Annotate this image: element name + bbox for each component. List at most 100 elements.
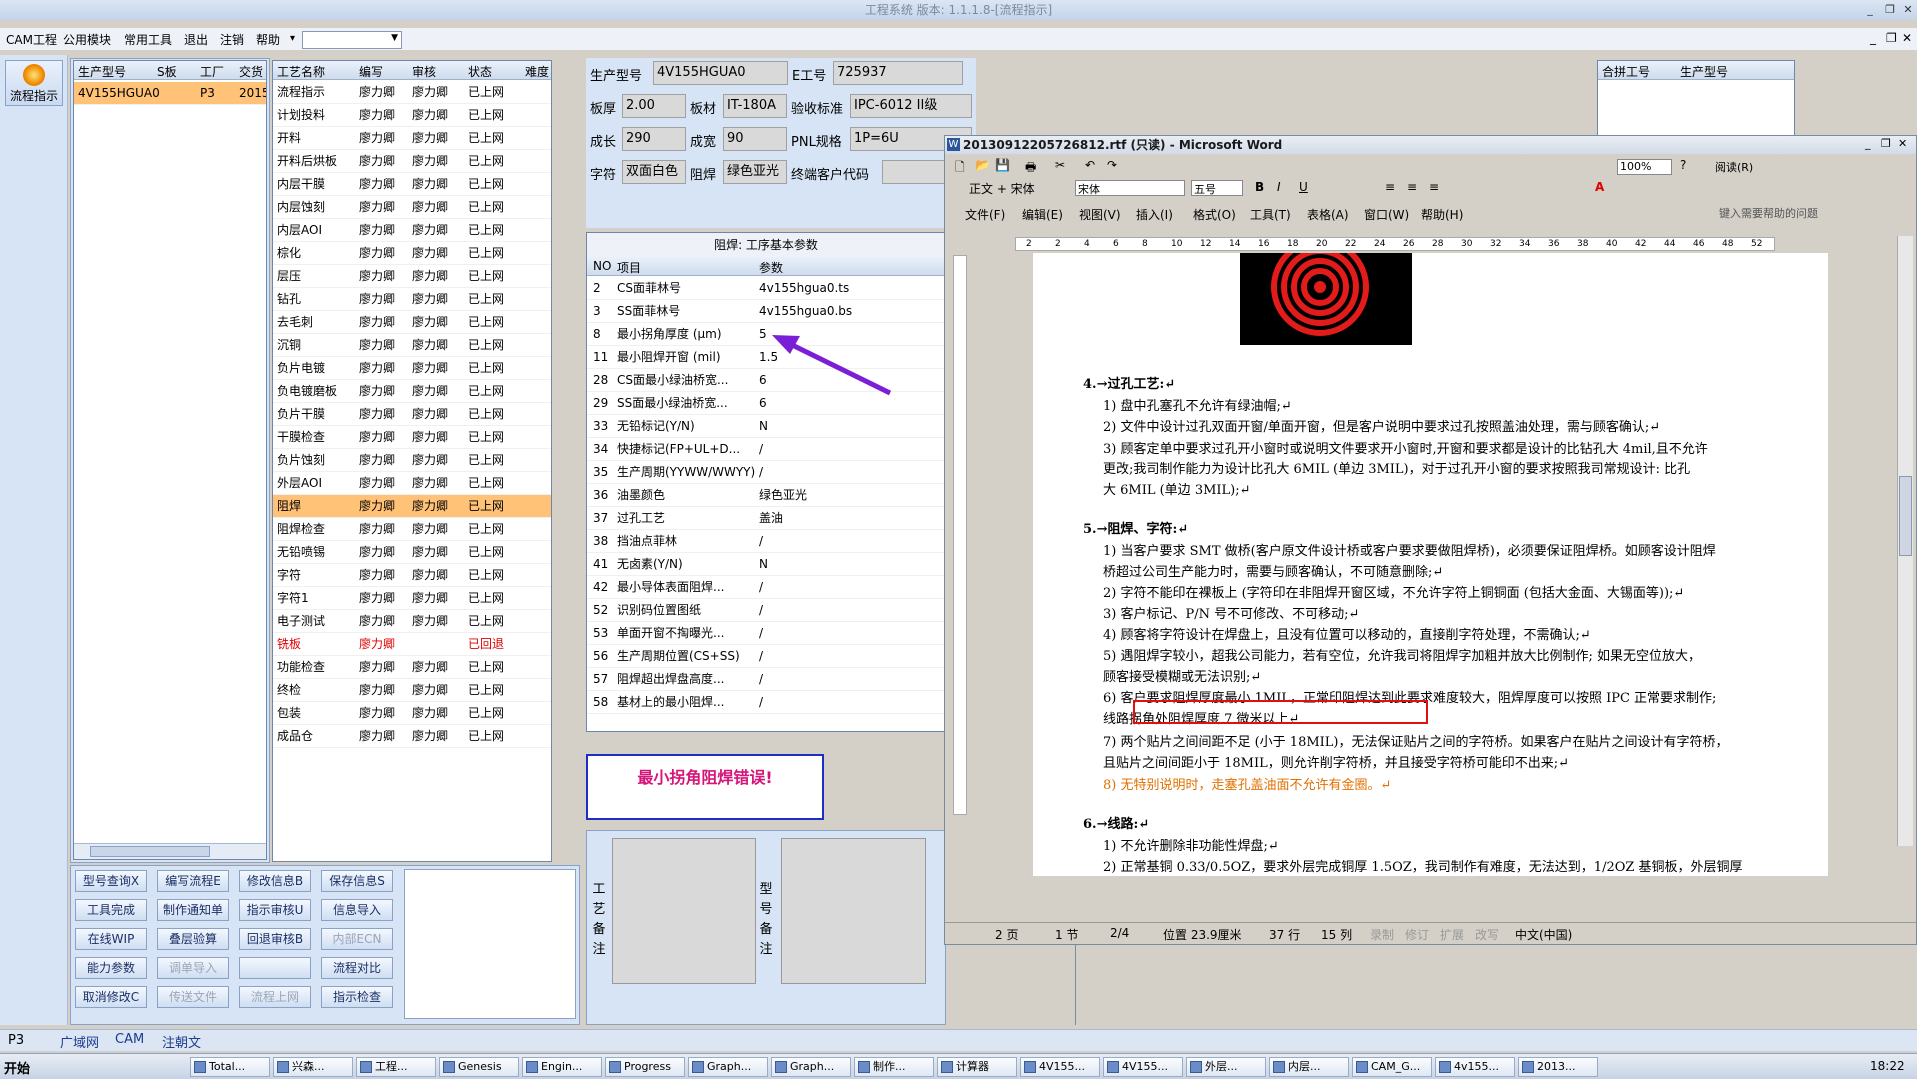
col-checker[interactable]: 审核 xyxy=(412,63,436,80)
flow-indication-button[interactable]: 流程指示 xyxy=(5,60,63,106)
col-writer[interactable]: 编写 xyxy=(359,63,383,80)
mask-field[interactable]: 绿色亚光 xyxy=(723,160,787,184)
word-menu-item[interactable]: 表格(A) xyxy=(1307,206,1349,223)
taskbar-item[interactable]: 4v155... xyxy=(1435,1057,1515,1077)
action-button[interactable]: 指示审核U xyxy=(239,899,311,921)
start-button[interactable]: 开始 xyxy=(4,1058,30,1077)
eno-field[interactable]: 725937 xyxy=(833,61,963,85)
process-row[interactable]: 层压 廖力卿 廖力卿 已上网 xyxy=(273,265,551,288)
action-button[interactable]: 叠层验算 xyxy=(157,928,229,950)
style-select[interactable]: 正文 + 宋体 xyxy=(969,180,1069,197)
param-row[interactable]: 53 单面开窗不掏曝光... / xyxy=(587,622,945,645)
col-model[interactable]: 生产型号 xyxy=(78,63,126,80)
menu-tools[interactable]: 常用工具 xyxy=(124,31,172,48)
child-close-icon[interactable]: ✕ xyxy=(1902,31,1912,45)
model-hscrollbar[interactable] xyxy=(74,843,266,859)
process-row[interactable]: 内层干膜 廖力卿 廖力卿 已上网 xyxy=(273,173,551,196)
param-row[interactable]: 33 无铅标记(Y/N) N xyxy=(587,415,945,438)
process-row[interactable]: 钻孔 廖力卿 廖力卿 已上网 xyxy=(273,288,551,311)
taskbar-item[interactable]: 4V155... xyxy=(1103,1057,1183,1077)
action-button[interactable]: 取消修改C xyxy=(75,986,147,1008)
restore-icon[interactable]: ❐ xyxy=(1882,2,1898,18)
taskbar-item[interactable]: Graph... xyxy=(688,1057,768,1077)
action-button[interactable]: 内部ECN xyxy=(321,928,393,950)
ruler[interactable]: 2 2 4 6 8 10 12 14 16 18 20 22 24 26 28 30 32 34 36 38 40 42 4… xyxy=(1015,237,1775,251)
cut-icon[interactable]: ✂ xyxy=(1055,158,1065,172)
process-row[interactable]: 负片电镀 廖力卿 廖力卿 已上网 xyxy=(273,357,551,380)
col-item[interactable]: 项目 xyxy=(617,259,641,276)
process-row[interactable]: 外层AOI 廖力卿 廖力卿 已上网 xyxy=(273,472,551,495)
param-row[interactable]: 36 油墨颜色 绿色亚光 xyxy=(587,484,945,507)
word-menu-item[interactable]: 插入(I) xyxy=(1136,206,1173,223)
length-field[interactable]: 290 xyxy=(622,127,686,151)
status-ext[interactable]: 扩展 xyxy=(1440,926,1464,943)
taskbar-item[interactable]: CAM_G... xyxy=(1352,1057,1432,1077)
process-row[interactable]: 开料后烘板 廖力卿 廖力卿 已上网 xyxy=(273,150,551,173)
status-trk[interactable]: 修订 xyxy=(1405,926,1429,943)
minimize-icon[interactable]: _ xyxy=(1862,2,1878,18)
process-row[interactable]: 流程指示 廖力卿 廖力卿 已上网 xyxy=(273,81,551,104)
col-s[interactable]: S板 xyxy=(157,63,177,80)
action-button[interactable]: 调单导入 xyxy=(157,957,229,979)
param-row[interactable]: 56 生产周期位置(CS+SS) / xyxy=(587,645,945,668)
child-minimize-icon[interactable]: _ xyxy=(1870,31,1876,45)
param-row[interactable]: 42 最小导体表面阻焊... / xyxy=(587,576,945,599)
taskbar-item[interactable]: Graph... xyxy=(771,1057,851,1077)
tab-zhu[interactable]: 注朝文 xyxy=(162,1032,201,1051)
process-row[interactable]: 去毛刺 廖力卿 廖力卿 已上网 xyxy=(273,311,551,334)
action-button[interactable]: 信息导入 xyxy=(321,899,393,921)
col-date[interactable]: 交货 xyxy=(239,63,263,80)
menu-exit[interactable]: 退出 xyxy=(184,31,208,48)
print-icon[interactable]: 🖶 xyxy=(1025,158,1036,179)
process-row[interactable]: 内层AOI 廖力卿 廖力卿 已上网 xyxy=(273,219,551,242)
process-row[interactable]: 阻焊 廖力卿 廖力卿 已上网 xyxy=(273,495,551,518)
taskbar-item[interactable]: Genesis xyxy=(439,1057,519,1077)
action-button[interactable]: 保存信息S xyxy=(321,870,393,892)
col-status[interactable]: 状态 xyxy=(468,63,492,80)
process-row[interactable]: 功能检查 廖力卿 廖力卿 已上网 xyxy=(273,656,551,679)
param-row[interactable]: 58 基材上的最小阻焊... / xyxy=(587,691,945,714)
word-menu-item[interactable]: 编辑(E) xyxy=(1022,206,1063,223)
process-row[interactable]: 负片干膜 廖力卿 廖力卿 已上网 xyxy=(273,403,551,426)
word-menu-item[interactable]: 视图(V) xyxy=(1079,206,1121,223)
col-factory[interactable]: 工厂 xyxy=(200,63,224,80)
action-button[interactable]: 编写流程E xyxy=(157,870,229,892)
action-button[interactable] xyxy=(239,957,311,979)
zoom-select[interactable]: 100% xyxy=(1617,159,1672,175)
thickness-field[interactable]: 2.00 xyxy=(622,94,686,118)
align-left-icon[interactable]: ≡ xyxy=(1385,180,1395,194)
menu-help[interactable]: 帮助 xyxy=(256,31,280,48)
word-menu-item[interactable]: 窗口(W) xyxy=(1364,206,1409,223)
underline-button[interactable]: U xyxy=(1299,180,1308,194)
word-menu-item[interactable]: 工具(T) xyxy=(1250,206,1291,223)
bold-button[interactable]: B xyxy=(1255,180,1264,194)
process-row[interactable]: 负片蚀刻 廖力卿 廖力卿 已上网 xyxy=(273,449,551,472)
menu-logout[interactable]: 注销 xyxy=(220,31,244,48)
process-row[interactable]: 内层蚀刻 廖力卿 廖力卿 已上网 xyxy=(273,196,551,219)
process-row[interactable]: 阻焊检查 廖力卿 廖力卿 已上网 xyxy=(273,518,551,541)
close-icon[interactable]: ✕ xyxy=(1900,2,1916,18)
action-button[interactable]: 流程对比 xyxy=(321,957,393,979)
word-menu-item[interactable]: 帮助(H) xyxy=(1421,206,1463,223)
process-row[interactable]: 开料 廖力卿 廖力卿 已上网 xyxy=(273,127,551,150)
col-difficulty[interactable]: 难度 xyxy=(525,63,549,80)
standard-field[interactable]: IPC-6012 II级 xyxy=(850,94,972,118)
col-no[interactable]: NO xyxy=(593,259,611,273)
read-mode-button[interactable]: 阅读(R) xyxy=(1715,159,1753,175)
col-value[interactable]: 参数 xyxy=(759,259,783,276)
help-dropdown-icon[interactable]: ▾ xyxy=(290,33,295,44)
taskbar-item[interactable]: 2013... xyxy=(1518,1057,1598,1077)
tab-wan[interactable]: 广域网 xyxy=(60,1032,99,1051)
action-button[interactable]: 回退审核B xyxy=(239,928,311,950)
material-field[interactable]: IT-180A xyxy=(723,94,787,118)
word-close-icon[interactable]: ✕ xyxy=(1898,137,1907,150)
word-vscrollbar[interactable] xyxy=(1897,236,1913,846)
save-icon[interactable]: 💾 xyxy=(995,158,1010,172)
param-row[interactable]: 35 生产周期(YYWW/WWYY) / xyxy=(587,461,945,484)
col-merge-no[interactable]: 合拼工号 xyxy=(1602,63,1650,80)
process-row[interactable]: 沉铜 廖力卿 廖力卿 已上网 xyxy=(273,334,551,357)
action-button[interactable]: 在线WIP xyxy=(75,928,147,950)
open-icon[interactable]: 📂 xyxy=(975,158,990,172)
status-ovr[interactable]: 改写 xyxy=(1475,926,1499,943)
process-row[interactable]: 干膜检查 廖力卿 廖力卿 已上网 xyxy=(273,426,551,449)
